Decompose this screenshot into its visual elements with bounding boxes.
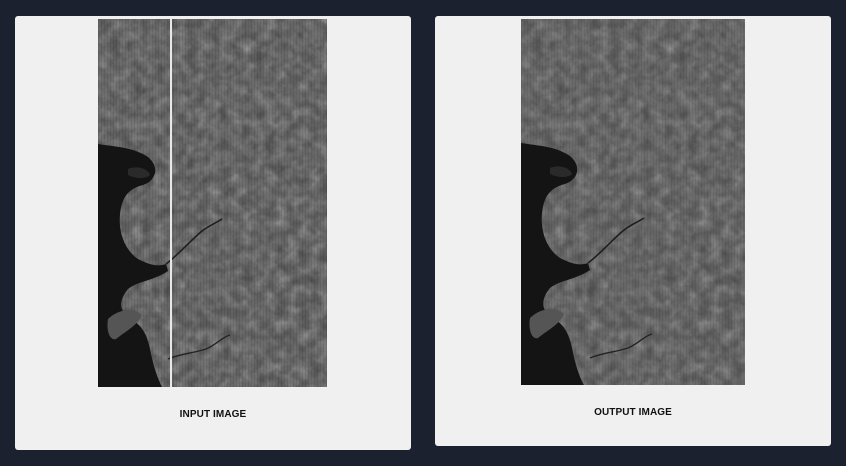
input-image-card: INPUT IMAGE: [15, 16, 411, 450]
input-satellite-image: [98, 19, 327, 387]
output-image-caption: OUTPUT IMAGE: [594, 407, 672, 418]
input-image-caption: INPUT IMAGE: [179, 409, 247, 420]
output-satellite-image: [521, 19, 745, 385]
output-image-card: OUTPUT IMAGE: [435, 16, 831, 446]
